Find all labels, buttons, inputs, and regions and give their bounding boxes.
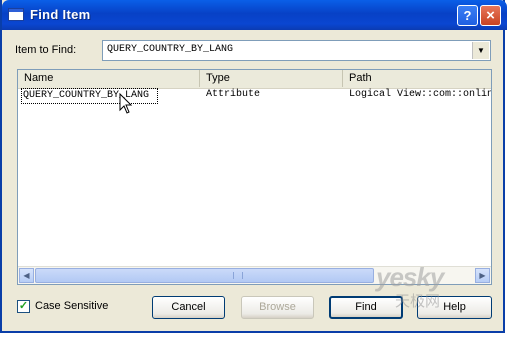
- item-to-find-label: Item to Find:: [15, 44, 77, 56]
- column-header-path[interactable]: Path: [343, 70, 491, 87]
- browse-button[interactable]: Browse: [241, 296, 314, 319]
- row-name-cell[interactable]: QUERY_COUNTRY_BY_LANG: [21, 88, 158, 104]
- scroll-left-icon[interactable]: ◀: [19, 268, 34, 283]
- window-title: Find Item: [30, 7, 91, 22]
- find-button[interactable]: Find: [329, 296, 403, 319]
- help-title-button[interactable]: ?: [457, 5, 478, 26]
- column-header-type[interactable]: Type: [200, 70, 343, 87]
- close-button[interactable]: ×: [480, 5, 501, 26]
- item-to-find-value[interactable]: QUERY_COUNTRY_BY_LANG: [107, 44, 233, 55]
- row-path-cell[interactable]: Logical View::com::onlin: [349, 88, 491, 102]
- find-item-dialog: Find Item ? × Item to Find: QUERY_COUNTR…: [0, 0, 507, 333]
- case-sensitive-label[interactable]: Case Sensitive: [35, 300, 108, 312]
- column-header-name[interactable]: Name: [18, 70, 200, 87]
- mouse-cursor-icon: [119, 93, 133, 114]
- cancel-button[interactable]: Cancel: [152, 296, 225, 319]
- scroll-thumb[interactable]: [35, 268, 374, 283]
- list-header: Name Type Path: [18, 70, 491, 89]
- watermark-logo: yesky: [376, 262, 444, 292]
- window-icon: [8, 8, 24, 21]
- scroll-right-icon[interactable]: ▶: [475, 268, 490, 283]
- case-sensitive-checkbox[interactable]: ✓: [17, 300, 30, 313]
- watermark-subtext: 天极网: [395, 293, 441, 310]
- row-type-cell[interactable]: Attribute: [206, 88, 336, 102]
- dropdown-arrow-icon[interactable]: ▼: [472, 42, 489, 59]
- results-list[interactable]: Name Type Path QUERY_COUNTRY_BY_LANG Att…: [17, 69, 492, 285]
- item-to-find-combobox[interactable]: QUERY_COUNTRY_BY_LANG ▼: [102, 40, 491, 61]
- scroll-grip-icon: [233, 272, 243, 279]
- title-bar[interactable]: Find Item ? ×: [2, 0, 507, 30]
